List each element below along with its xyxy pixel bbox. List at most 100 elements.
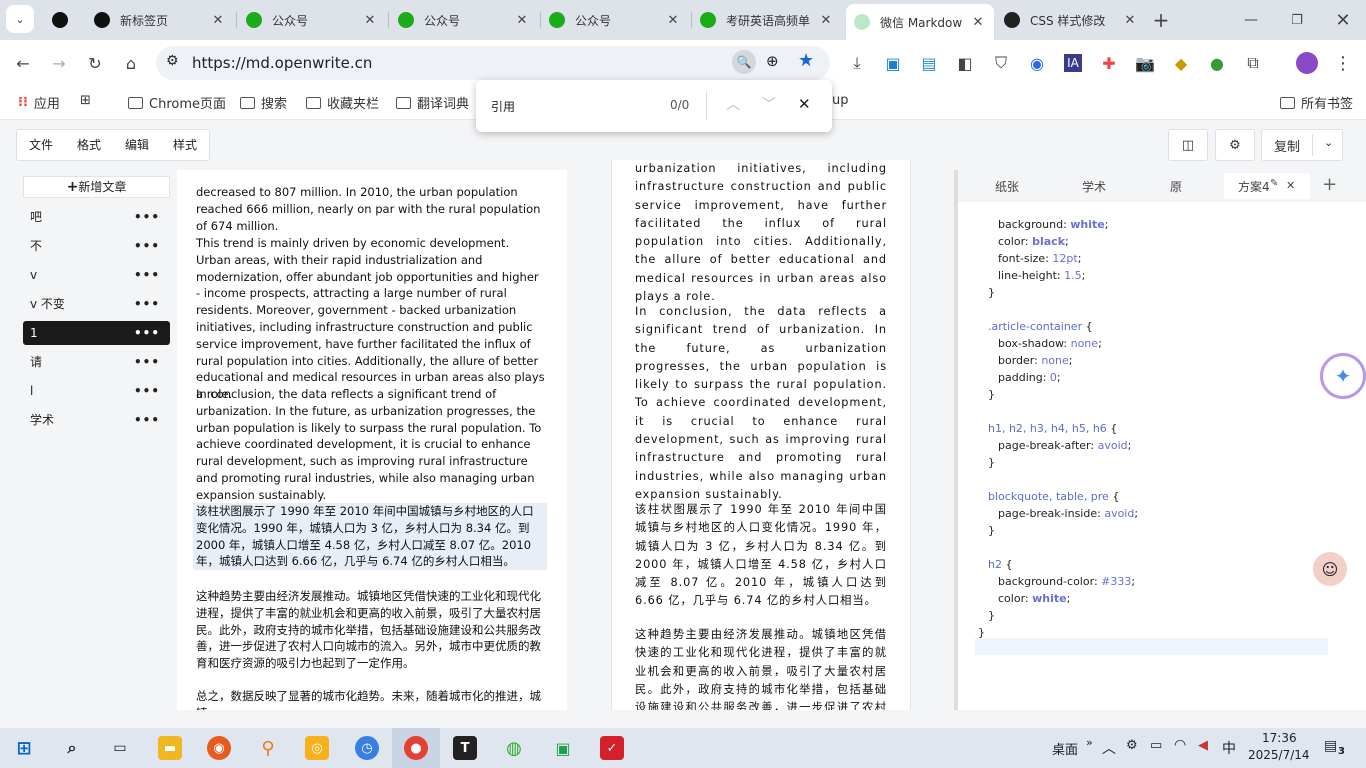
search-icon[interactable]: ⌕ bbox=[60, 736, 84, 760]
new-document-button[interactable]: +新增文章 bbox=[23, 176, 170, 198]
zoom-icon[interactable]: ⊕ bbox=[766, 52, 779, 70]
tray-expand-icon[interactable]: ︿ bbox=[1102, 738, 1116, 758]
avatar-helper-icon[interactable]: ☺ bbox=[1313, 552, 1347, 586]
firefox-icon[interactable]: ◉ bbox=[207, 736, 231, 760]
extension-black-icon[interactable]: ◧ bbox=[950, 48, 980, 78]
extension-globe-icon[interactable]: ◉ bbox=[1022, 48, 1052, 78]
bookmark-folder-search[interactable]: 搜索 bbox=[240, 93, 287, 112]
minimize-button[interactable]: — bbox=[1236, 5, 1266, 35]
camera-icon[interactable]: 📷 bbox=[1130, 48, 1160, 78]
clock-date[interactable]: 2025/7/14 bbox=[1248, 748, 1310, 762]
more-options-icon[interactable]: ••• bbox=[134, 350, 160, 374]
ai-assistant-icon[interactable]: ✦ bbox=[1320, 353, 1366, 399]
file-explorer-icon[interactable]: ▬ bbox=[158, 736, 182, 760]
document-item[interactable]: v ••• bbox=[23, 263, 170, 287]
menu-file[interactable]: 文件 bbox=[17, 130, 65, 160]
forward-button[interactable]: → bbox=[44, 48, 74, 78]
markdown-editor[interactable]: decreased to 807 million. In 2010, the u… bbox=[177, 170, 567, 710]
clock-time[interactable]: 17:36 bbox=[1262, 731, 1297, 745]
tab-search-button[interactable]: ⌄ bbox=[6, 5, 34, 33]
find-in-page-icon[interactable]: 🔍 bbox=[732, 50, 756, 74]
extension-shield-icon[interactable]: ⛉ bbox=[986, 48, 1016, 78]
restore-button[interactable]: ❐ bbox=[1282, 5, 1312, 35]
extensions-puzzle-icon[interactable]: ⧉ bbox=[1238, 48, 1268, 78]
bookmark-folder-favorites[interactable]: 收藏夹栏 bbox=[306, 93, 379, 112]
tab-close-icon[interactable]: ✕ bbox=[818, 13, 834, 28]
browser-tab-3[interactable]: 公众号 ✕ bbox=[390, 6, 538, 34]
find-close-icon[interactable]: ✕ bbox=[798, 95, 811, 113]
back-button[interactable]: ← bbox=[8, 48, 38, 78]
chevron-up-icon[interactable]: » bbox=[1086, 736, 1093, 749]
add-tab-icon[interactable]: + bbox=[1322, 174, 1337, 195]
home-icon[interactable]: ⌂ bbox=[116, 48, 146, 78]
css-tab-scheme4[interactable]: 方案4 bbox=[1238, 178, 1270, 195]
menu-format[interactable]: 格式 bbox=[65, 130, 113, 160]
chevron-down-icon[interactable]: ⌄ bbox=[1324, 136, 1333, 149]
menu-edit[interactable]: 编辑 bbox=[113, 130, 161, 160]
css-tab-academic[interactable]: 学术 bbox=[1082, 178, 1106, 195]
profile-avatar[interactable] bbox=[1296, 52, 1318, 74]
tab-close-icon[interactable]: ✕ bbox=[1286, 179, 1295, 192]
document-item[interactable]: 1 ••• bbox=[23, 321, 170, 345]
document-item[interactable]: 不 ••• bbox=[23, 234, 170, 258]
browser-tab-4[interactable]: 公众号 ✕ bbox=[541, 6, 689, 34]
download-icon[interactable]: ⤓ bbox=[842, 48, 872, 78]
grid-icon[interactable]: ⊞ bbox=[80, 93, 91, 108]
new-tab-button[interactable]: + bbox=[1146, 5, 1176, 35]
browser-tab-0[interactable] bbox=[44, 6, 82, 34]
chrome-icon[interactable]: ● bbox=[404, 736, 428, 760]
more-options-icon[interactable]: ••• bbox=[134, 234, 160, 258]
tab-close-icon[interactable]: ✕ bbox=[1122, 13, 1138, 28]
extension-doc-icon[interactable]: ▤ bbox=[914, 48, 944, 78]
browser-tab-1[interactable]: 新标签页 ✕ bbox=[86, 6, 234, 34]
url-text[interactable]: https://md.openwrite.cn bbox=[192, 54, 372, 72]
browser-tab-5[interactable]: 考研英语高频单 ✕ bbox=[692, 6, 842, 34]
tab-close-icon[interactable]: ✕ bbox=[362, 13, 378, 28]
copy-button[interactable]: 复制 ⌄ bbox=[1261, 129, 1343, 161]
save-icon[interactable]: ▣ bbox=[878, 48, 908, 78]
notification-icon[interactable]: ▤ bbox=[1324, 738, 1337, 754]
more-options-icon[interactable]: ••• bbox=[134, 408, 160, 432]
extension-ia-icon[interactable]: IA bbox=[1064, 54, 1082, 72]
tab-close-icon[interactable]: ✕ bbox=[210, 13, 226, 28]
browser-tab-6[interactable]: 微信 Markdow ✕ bbox=[846, 4, 994, 40]
settings-gear-icon[interactable]: ⚙ bbox=[1215, 129, 1255, 161]
typora-icon[interactable]: T bbox=[453, 736, 477, 760]
find-next-icon[interactable]: ﹀ bbox=[762, 94, 776, 114]
bookmark-star-icon[interactable]: ★ bbox=[798, 50, 814, 71]
browser-tab-7[interactable]: CSS 样式修改 ✕ bbox=[996, 6, 1146, 34]
css-tab-original[interactable]: 原 bbox=[1170, 178, 1182, 195]
extension-fox-icon[interactable]: ◆ bbox=[1166, 48, 1196, 78]
address-bar[interactable]: ⚙ https://md.openwrite.cn 🔍 ⊕ ★ bbox=[156, 46, 830, 80]
screen-app-icon[interactable]: ▣ bbox=[551, 736, 575, 760]
browser-tab-2[interactable]: 公众号 ✕ bbox=[238, 6, 386, 34]
document-item[interactable]: 吧 ••• bbox=[23, 205, 170, 229]
app-yellow-icon[interactable]: ◎ bbox=[305, 736, 329, 760]
css-tab-paper[interactable]: 纸张 bbox=[995, 178, 1019, 195]
document-item[interactable]: v 不变 ••• bbox=[23, 292, 170, 316]
tab-close-icon[interactable]: ✕ bbox=[665, 13, 681, 28]
bookmark-folder-chrome[interactable]: Chrome页面 bbox=[128, 93, 226, 112]
menu-style[interactable]: 样式 bbox=[161, 130, 209, 160]
find-prev-icon[interactable]: ︿ bbox=[726, 94, 740, 114]
search-everything-icon[interactable]: ⚲ bbox=[256, 736, 280, 760]
bookmark-up[interactable]: up bbox=[832, 93, 849, 108]
document-item[interactable]: 请 ••• bbox=[23, 350, 170, 374]
reload-button[interactable]: ↻ bbox=[80, 48, 110, 78]
bookmark-apps[interactable]: ⁝⁝ 应用 bbox=[18, 93, 60, 112]
extension-ball-icon[interactable]: ● bbox=[1202, 48, 1232, 78]
ime-indicator[interactable]: 中 bbox=[1222, 738, 1236, 758]
css-code-editor[interactable]: background: white; color: black; font-size… bbox=[978, 216, 1328, 641]
clock-app-icon[interactable]: ◷ bbox=[355, 736, 379, 760]
extension-puzzle-color-icon[interactable]: ✚ bbox=[1094, 48, 1124, 78]
more-options-icon[interactable]: ••• bbox=[134, 205, 160, 229]
document-item[interactable]: 学术 ••• bbox=[23, 408, 170, 432]
windows-start-icon[interactable]: ⊞ bbox=[12, 736, 36, 760]
bookmark-folder-dict[interactable]: 翻译词典 bbox=[396, 93, 469, 112]
battery-icon[interactable]: ▭ bbox=[1150, 738, 1162, 753]
wechat-icon[interactable]: ◍ bbox=[502, 736, 526, 760]
wifi-icon[interactable]: ◠ bbox=[1174, 737, 1186, 753]
tab-close-icon[interactable]: ✕ bbox=[514, 13, 530, 28]
more-options-icon[interactable]: ••• bbox=[134, 292, 160, 316]
close-window-button[interactable]: ✕ bbox=[1328, 5, 1358, 35]
